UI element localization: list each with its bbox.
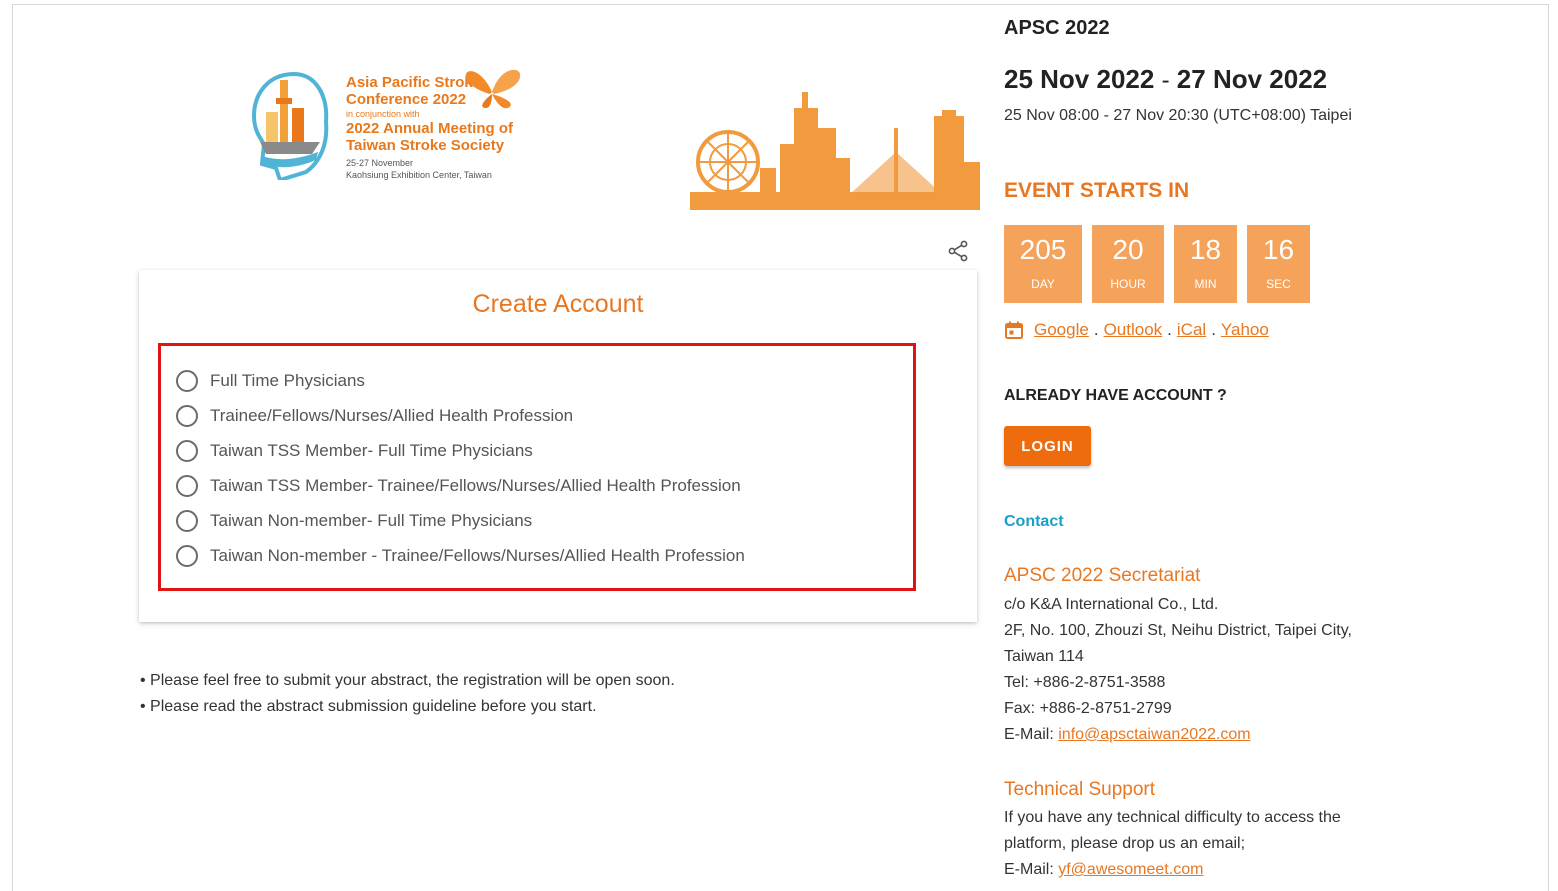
event-starts-in-label: EVENT STARTS IN [1004, 179, 1190, 202]
radio-button[interactable] [176, 474, 198, 497]
account-type-option[interactable]: Taiwan TSS Member- Trainee/Fellows/Nurse… [176, 468, 745, 503]
radio-button[interactable] [176, 404, 198, 427]
start-date: 25 Nov 2022 [1004, 64, 1155, 94]
secretariat-title: APSC 2022 Secretariat [1004, 565, 1201, 586]
account-type-option[interactable]: Taiwan TSS Member- Full Time Physicians [176, 433, 745, 468]
support-email-link[interactable]: yf@awesomeet.com [1058, 861, 1203, 878]
secretariat-tel: Tel: +886-2-8751-3588 [1004, 674, 1166, 691]
registration-notes: • Please feel free to submit your abstra… [140, 668, 675, 720]
countdown-min: 18 MIN [1174, 225, 1237, 303]
logo-date: 25-27 November [346, 158, 414, 168]
email-label: E-Mail: [1004, 726, 1059, 743]
ical-calendar-link[interactable]: iCal [1177, 320, 1206, 340]
conference-logo: Asia Pacific Stroke Conference 2022 in c… [244, 62, 544, 192]
head-profile-icon [251, 71, 329, 180]
countdown-unit: DAY [1031, 277, 1055, 291]
email-label: E-Mail: [1004, 861, 1059, 878]
secretariat-info: c/o K&A International Co., Ltd. 2F, No. … [1004, 592, 1404, 748]
countdown-sec: 16 SEC [1247, 225, 1310, 303]
yahoo-calendar-link[interactable]: Yahoo [1221, 320, 1269, 340]
account-type-option[interactable]: Trainee/Fellows/Nurses/Allied Health Pro… [176, 398, 745, 433]
secretariat-email-row: E-Mail: info@apsctaiwan2022.com [1004, 722, 1404, 748]
radio-button[interactable] [176, 369, 198, 392]
account-type-list: Full Time Physicians Trainee/Fellows/Nur… [176, 363, 745, 573]
account-type-option[interactable]: Taiwan Non-member- Full Time Physicians [176, 503, 745, 538]
event-dates: 25 Nov 2022 - 27 Nov 2022 [1004, 64, 1327, 95]
option-label: Taiwan Non-member - Trainee/Fellows/Nurs… [210, 545, 745, 565]
secretariat-company: c/o K&A International Co., Ltd. [1004, 596, 1219, 613]
option-label: Trainee/Fellows/Nurses/Allied Health Pro… [210, 405, 574, 425]
option-label: Taiwan Non-member- Full Time Physicians [210, 510, 533, 530]
secretariat-fax: Fax: +886-2-8751-2799 [1004, 700, 1172, 717]
option-label: Taiwan TSS Member- Trainee/Fellows/Nurse… [210, 475, 741, 495]
login-button[interactable]: LOGIN [1004, 426, 1091, 466]
add-to-calendar: Google . Outlook . iCal . Yahoo [1004, 320, 1269, 340]
countdown-day: 205 DAY [1004, 225, 1082, 303]
support-text: If you have any technical difficulty to … [1004, 809, 1341, 852]
kaohsiung-skyline-illustration [690, 92, 980, 210]
event-banner: Asia Pacific Stroke Conference 2022 in c… [244, 62, 980, 212]
account-type-option[interactable]: Taiwan Non-member - Trainee/Fellows/Nurs… [176, 538, 745, 573]
countdown-unit: SEC [1266, 277, 1291, 291]
countdown-value: 16 [1262, 234, 1295, 265]
note-line: • Please read the abstract submission gu… [140, 698, 597, 715]
calendar-icon [1005, 321, 1023, 339]
date-separator: - [1161, 67, 1170, 94]
end-date: 27 Nov 2022 [1176, 64, 1328, 94]
support-email-row: E-Mail: yf@awesomeet.com [1004, 857, 1384, 883]
option-label: Taiwan TSS Member- Full Time Physicians [210, 440, 533, 460]
create-account-title: Create Account [472, 290, 644, 318]
countdown-value: 20 [1112, 234, 1144, 265]
google-calendar-link[interactable]: Google [1034, 320, 1089, 340]
already-have-account-label: ALREADY HAVE ACCOUNT ? [1004, 387, 1227, 404]
create-account-card: Create Account Full Time Physicians Trai… [139, 270, 977, 622]
calendar-separator: . [1093, 320, 1099, 339]
secretariat-email-link[interactable]: info@apsctaiwan2022.com [1058, 726, 1250, 743]
outlook-calendar-link[interactable]: Outlook [1104, 320, 1163, 340]
technical-support-info: If you have any technical difficulty to … [1004, 805, 1384, 883]
butterfly-icon [465, 69, 521, 109]
note-line: • Please feel free to submit your abstra… [140, 672, 675, 689]
countdown-timer: 205 DAY 20 HOUR 18 MIN 16 SEC [1004, 225, 1310, 303]
secretariat-address: 2F, No. 100, Zhouzi St, Neihu District, … [1004, 622, 1352, 665]
countdown-value: 205 [1019, 234, 1067, 265]
account-type-option[interactable]: Full Time Physicians [176, 363, 745, 398]
calendar-separator: . [1167, 320, 1172, 339]
radio-button[interactable] [176, 439, 198, 462]
event-name: APSC 2022 [1004, 17, 1110, 39]
option-label: Full Time Physicians [210, 370, 365, 390]
contact-link[interactable]: Contact [1004, 513, 1064, 531]
radio-button[interactable] [176, 509, 198, 532]
event-time-range: 25 Nov 08:00 - 27 Nov 20:30 (UTC+08:00) … [1004, 107, 1352, 124]
countdown-unit: MIN [1194, 277, 1217, 291]
technical-support-title: Technical Support [1004, 779, 1156, 800]
countdown-unit: HOUR [1110, 277, 1146, 291]
countdown-value: 18 [1189, 234, 1222, 265]
share-icon[interactable] [946, 239, 970, 263]
calendar-separator: . [1211, 320, 1216, 339]
countdown-hour: 20 HOUR [1092, 225, 1164, 303]
logo-meeting: 2022 Annual Meeting of Taiwan Stroke Soc… [346, 120, 513, 154]
radio-button[interactable] [176, 544, 198, 567]
logo-venue: Kaohsiung Exhibition Center, Taiwan [346, 170, 492, 180]
